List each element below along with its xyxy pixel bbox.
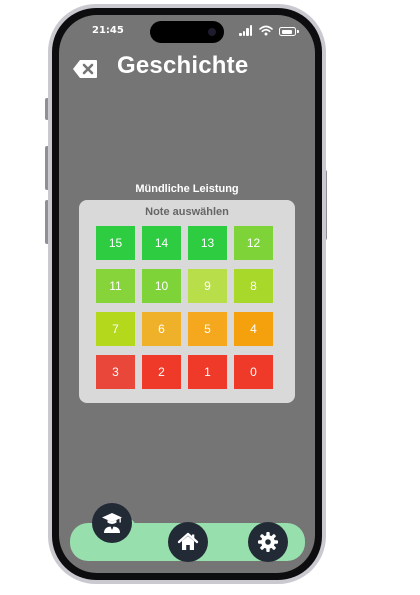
nav-settings-button[interactable] [248,522,288,562]
grade-button-11[interactable]: 11 [96,269,135,303]
grade-button-3[interactable]: 3 [96,355,135,389]
grade-button-10[interactable]: 10 [142,269,181,303]
wifi-icon [259,25,273,36]
grade-button-14[interactable]: 14 [142,226,181,260]
front-camera [208,28,216,36]
grade-button-8[interactable]: 8 [234,269,273,303]
grade-button-0[interactable]: 0 [234,355,273,389]
grade-button-9[interactable]: 9 [188,269,227,303]
grade-button-1[interactable]: 1 [188,355,227,389]
grade-button-12[interactable]: 12 [234,226,273,260]
status-time: 21:45 [92,25,124,36]
grade-picker-card: Note auswählen 15 14 13 12 11 10 9 8 7 6… [79,200,295,403]
backspace-x-icon[interactable] [72,59,98,79]
page-title: Geschichte [117,52,249,79]
grade-button-13[interactable]: 13 [188,226,227,260]
grade-button-15[interactable]: 15 [96,226,135,260]
app-screen: 21:45 Geschichte Mündliche Leistung Note… [59,15,315,573]
grade-button-7[interactable]: 7 [96,312,135,346]
grade-button-5[interactable]: 5 [188,312,227,346]
nav-student-button[interactable] [92,503,132,543]
section-label: Mündliche Leistung [135,183,239,195]
grade-button-4[interactable]: 4 [234,312,273,346]
battery-icon [279,27,299,36]
student-graduate-icon [102,513,122,533]
grade-button-6[interactable]: 6 [142,312,181,346]
grade-grid: 15 14 13 12 11 10 9 8 7 6 5 4 3 2 1 0 [96,226,276,390]
signal-icon [239,25,253,36]
grade-button-2[interactable]: 2 [142,355,181,389]
grade-picker-title: Note auswählen [145,206,229,218]
home-icon [177,532,199,550]
gear-icon [258,532,278,552]
nav-home-button[interactable] [168,522,208,562]
